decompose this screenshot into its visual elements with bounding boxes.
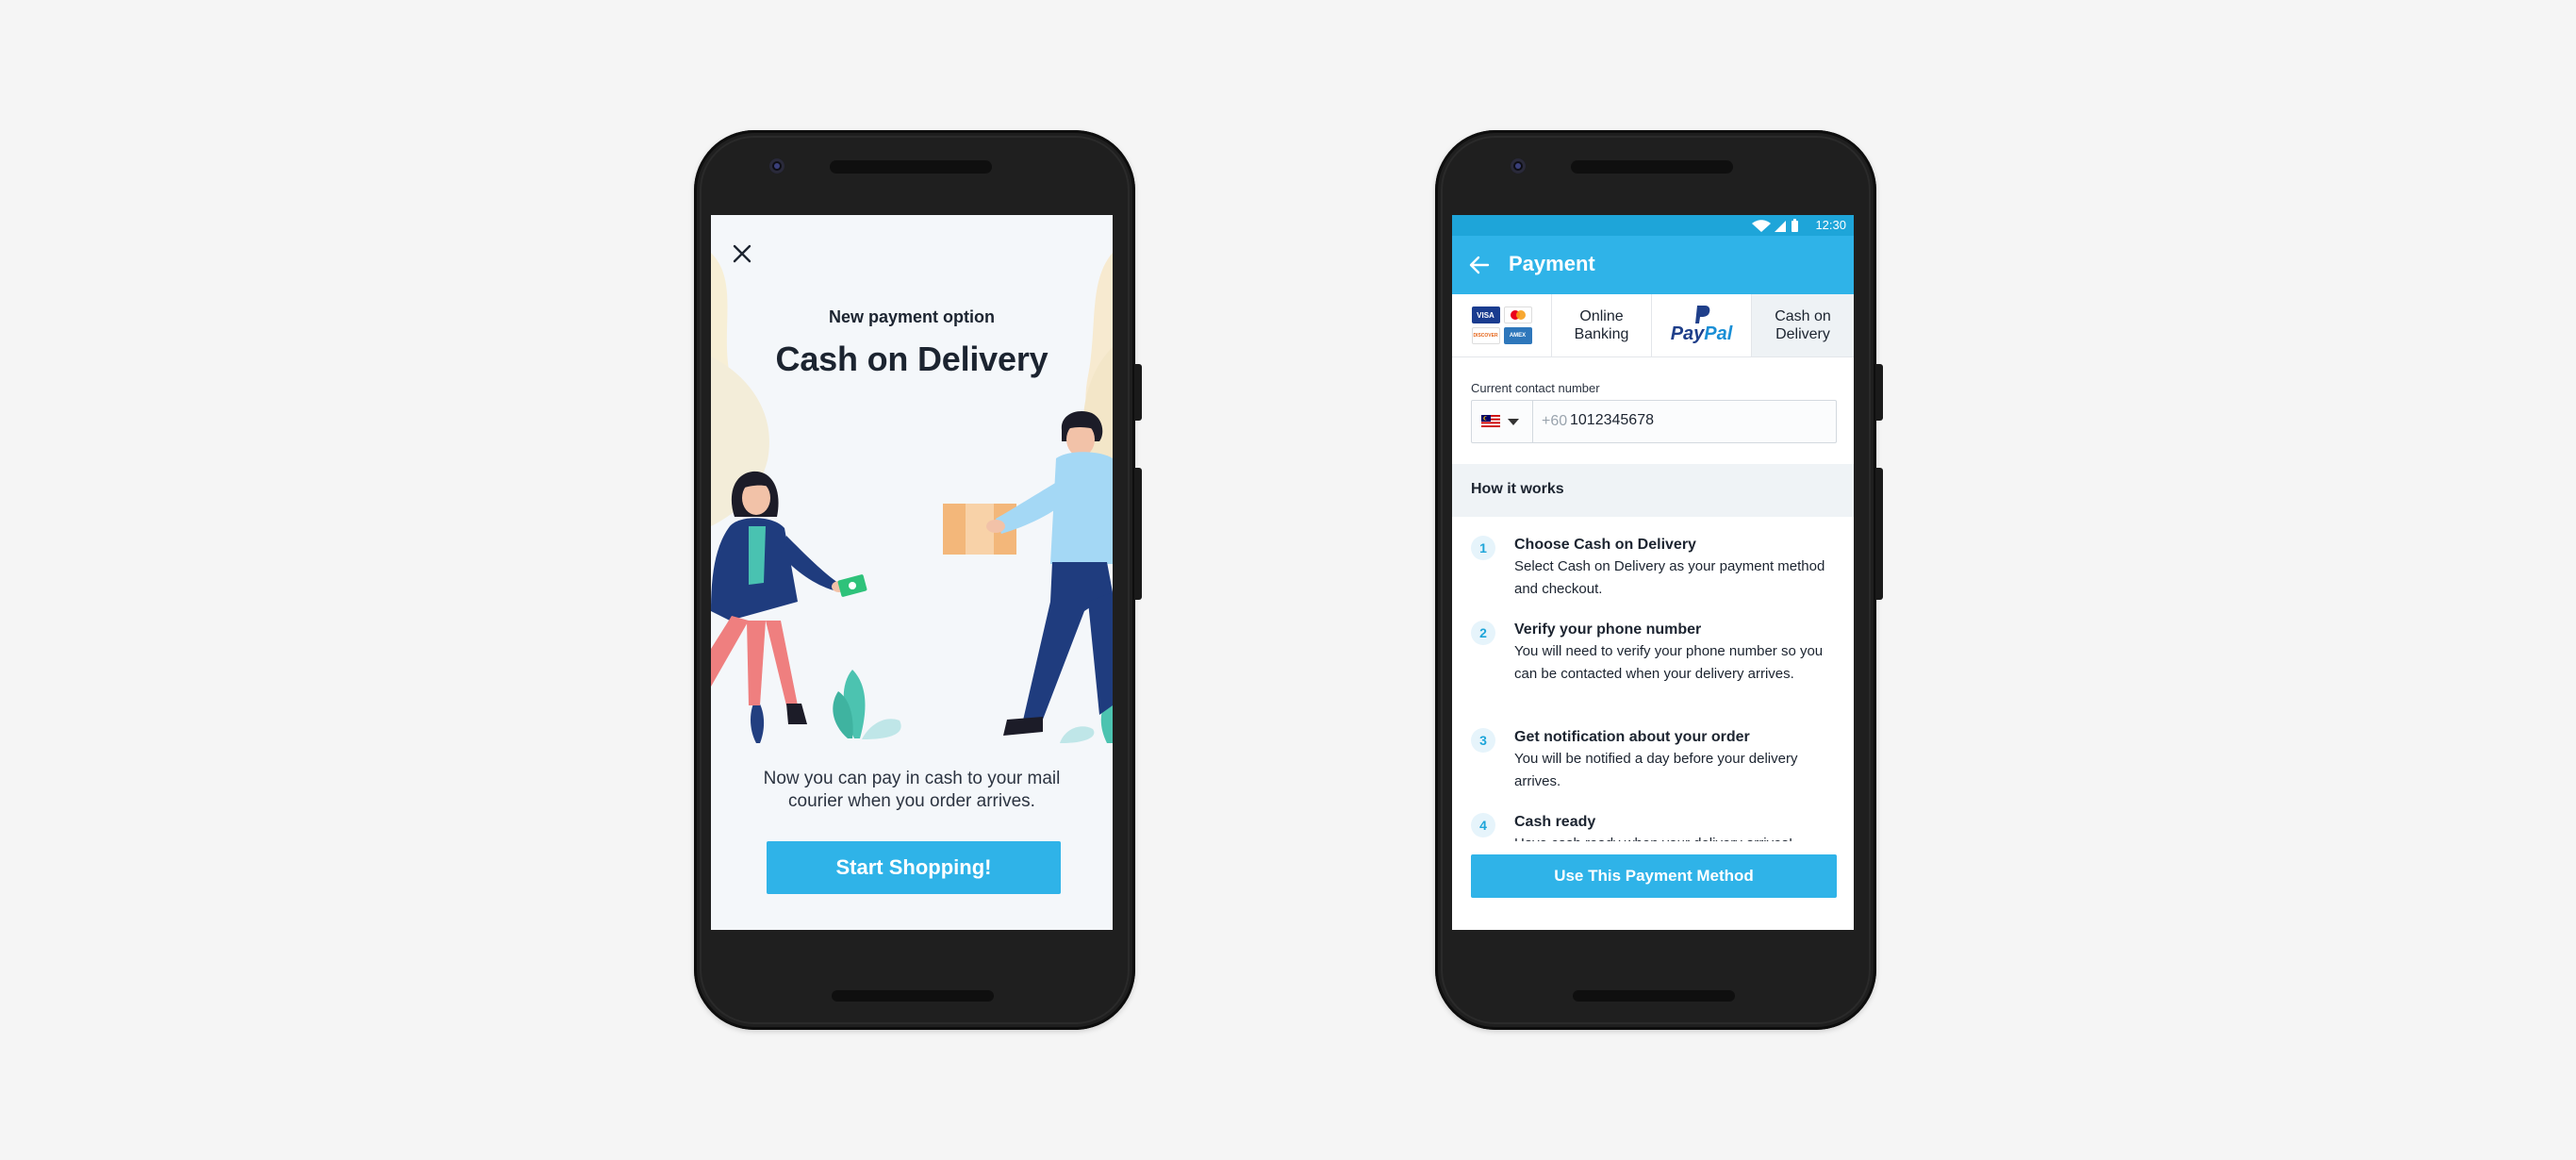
step-description: Have cash ready when your delivery arriv… xyxy=(1514,833,1835,841)
power-button xyxy=(1134,468,1142,600)
start-shopping-button[interactable]: Start Shopping! xyxy=(767,841,1061,894)
country-code-prefix: +60 xyxy=(1542,413,1568,429)
tab-label: Cash on Delivery xyxy=(1775,308,1831,342)
step-title: Cash ready xyxy=(1514,814,1596,830)
bottom-action-bar: Use This Payment Method xyxy=(1452,841,1854,930)
how-it-works-header: How it works xyxy=(1452,464,1854,517)
wifi-icon xyxy=(1752,220,1771,232)
step-number: 2 xyxy=(1471,621,1495,645)
country-code-picker[interactable] xyxy=(1472,401,1533,442)
tab-label: Online Banking xyxy=(1574,308,1629,342)
volume-button xyxy=(1875,364,1883,421)
credit-cards-icon: VISA DISCOVER AMEX xyxy=(1471,307,1532,344)
tab-online-banking[interactable]: Online Banking xyxy=(1552,294,1652,356)
phone-number-input[interactable] xyxy=(1570,412,1759,429)
bottom-speaker xyxy=(1573,990,1735,1002)
phone-number-field: +60 xyxy=(1471,400,1837,443)
step-number: 4 xyxy=(1471,813,1495,837)
phone-mockup-right: 12:30 Payment VISA DISCOVER AMEX Online … xyxy=(1435,130,1883,1030)
payment-method-tabs: VISA DISCOVER AMEX Online Banking PayPal xyxy=(1452,294,1854,357)
status-icons xyxy=(1752,219,1798,232)
section-title: How it works xyxy=(1471,481,1564,497)
tab-cash-on-delivery[interactable]: Cash on Delivery xyxy=(1752,294,1854,356)
tab-paypal[interactable]: PayPal xyxy=(1652,294,1752,356)
step-title: Choose Cash on Delivery xyxy=(1514,537,1696,553)
page-title: Payment xyxy=(1509,252,1595,275)
payment-screen: 12:30 Payment VISA DISCOVER AMEX Online … xyxy=(1452,215,1854,930)
app-bar: Payment xyxy=(1452,236,1854,294)
discover-card-icon: DISCOVER xyxy=(1471,327,1500,344)
arrow-left-icon xyxy=(1469,256,1490,274)
front-camera xyxy=(1511,158,1526,174)
back-button[interactable] xyxy=(1467,253,1492,277)
tab-credit-cards[interactable]: VISA DISCOVER AMEX xyxy=(1452,294,1552,356)
cod-intro-screen: New payment option Cash on Delivery Now … xyxy=(711,215,1113,930)
step-number: 3 xyxy=(1471,728,1495,753)
promo-description: Now you can pay in cash to your mail cou… xyxy=(763,769,1061,811)
promo-title: Cash on Delivery xyxy=(775,340,1049,378)
how-it-works-steps: 1 Choose Cash on Delivery Select Cash on… xyxy=(1452,517,1854,841)
battery-icon xyxy=(1792,219,1798,232)
paypal-mark-icon xyxy=(1694,305,1709,323)
malaysia-flag-icon xyxy=(1481,415,1500,427)
use-payment-method-button[interactable]: Use This Payment Method xyxy=(1471,854,1837,898)
visa-card-icon: VISA xyxy=(1471,307,1500,323)
amex-card-icon: AMEX xyxy=(1503,327,1532,344)
step-description: You will be notified a day before your d… xyxy=(1514,751,1798,789)
close-button[interactable] xyxy=(730,241,754,266)
phone-mockup-left: New payment option Cash on Delivery Now … xyxy=(694,130,1142,1030)
signal-icon xyxy=(1775,221,1786,232)
status-time: 12:30 xyxy=(1815,218,1846,232)
bottom-speaker xyxy=(832,990,994,1002)
status-bar: 12:30 xyxy=(1452,215,1854,236)
contact-number-label: Current contact number xyxy=(1471,381,1600,395)
front-camera xyxy=(769,158,784,174)
step-description: Select Cash on Delivery as your payment … xyxy=(1514,558,1825,597)
step-number: 1 xyxy=(1471,536,1495,560)
step-title: Get notification about your order xyxy=(1514,729,1750,745)
chevron-down-icon xyxy=(1508,419,1519,425)
power-button xyxy=(1875,468,1883,600)
earpiece-speaker xyxy=(830,160,992,174)
step-title: Verify your phone number xyxy=(1514,621,1702,638)
earpiece-speaker xyxy=(1571,160,1733,174)
volume-button xyxy=(1134,364,1142,421)
step-description: You will need to verify your phone numbe… xyxy=(1514,643,1824,682)
paypal-logo: PayPal xyxy=(1671,305,1732,343)
promo-subtitle: New payment option xyxy=(828,307,995,326)
close-icon xyxy=(733,244,751,263)
mastercard-icon xyxy=(1503,307,1532,323)
